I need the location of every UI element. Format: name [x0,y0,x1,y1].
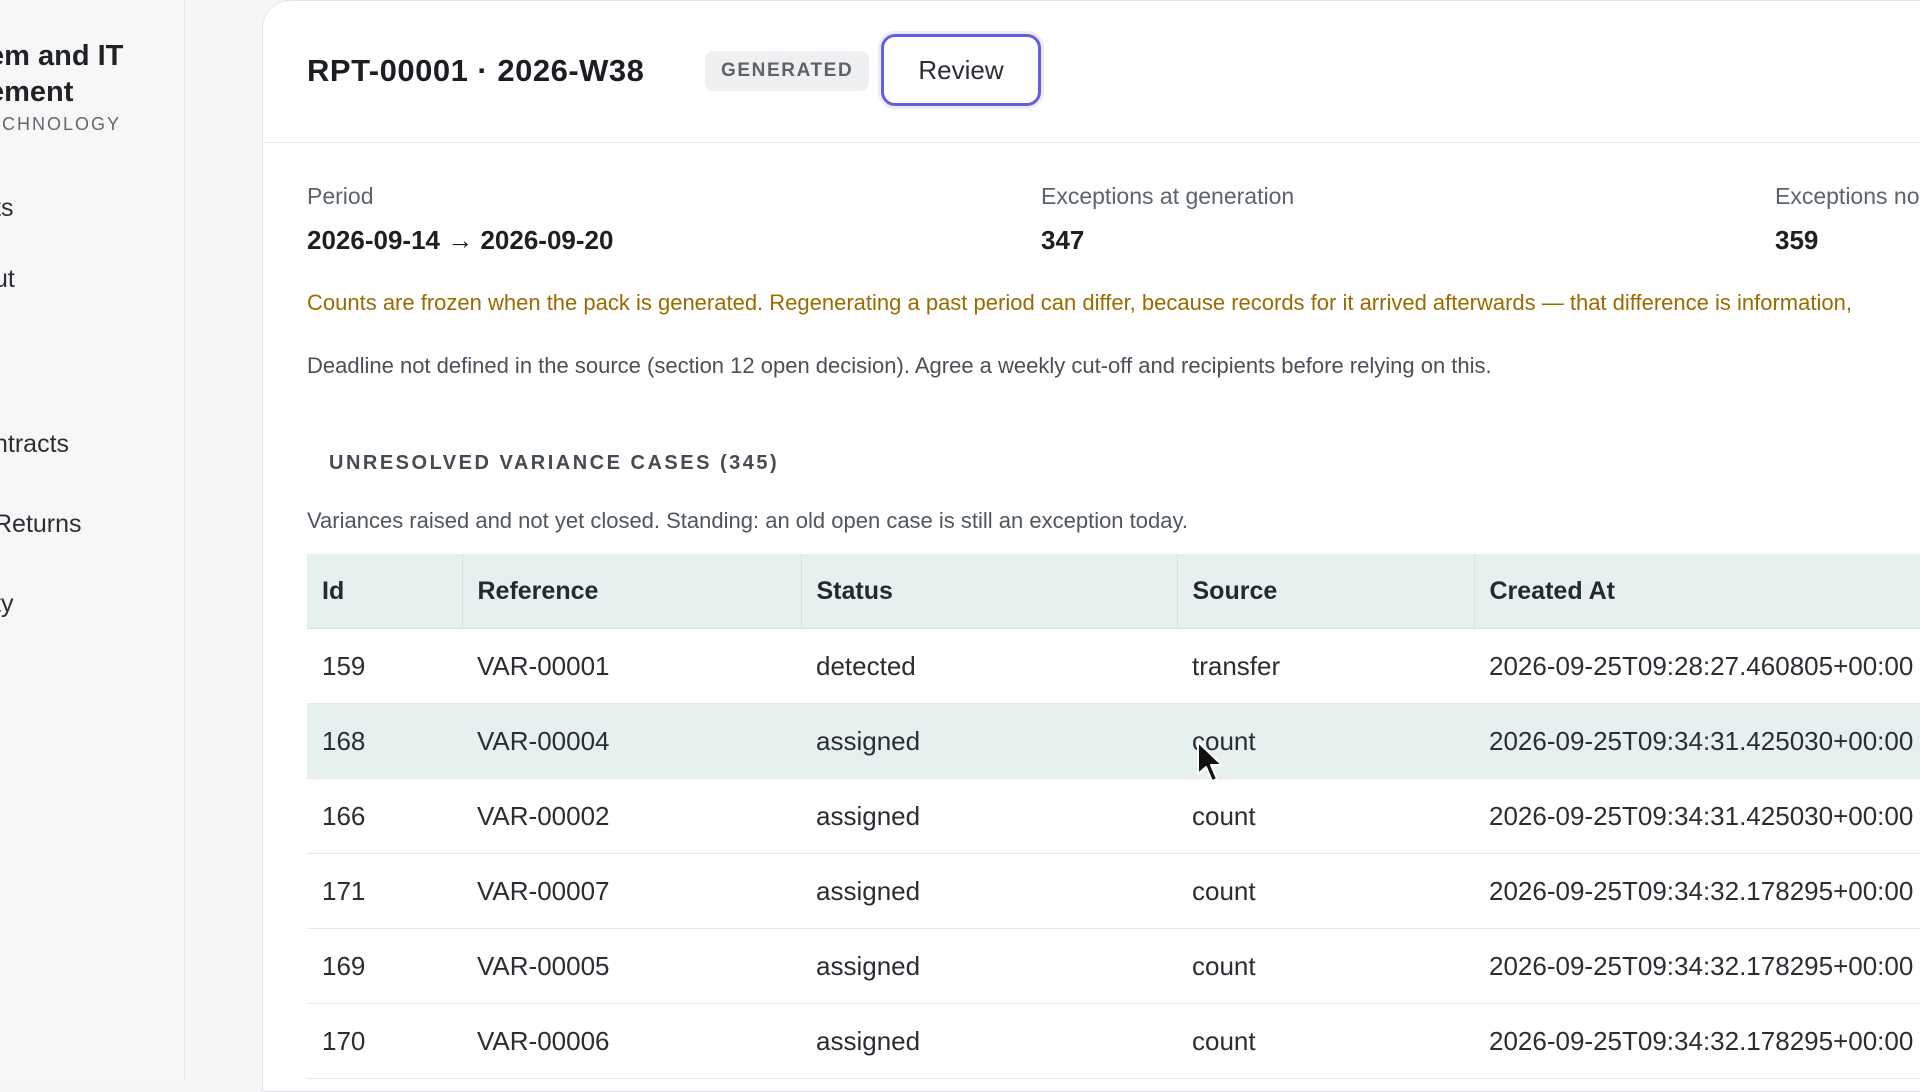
sidebar-item-2[interactable]: ut [0,265,15,294]
column-header-source[interactable]: Source [1177,554,1475,629]
cell-id: 166 [307,778,462,854]
metric-exceptions-at-generation: Exceptions at generation 347 [1041,183,1294,256]
table-header-row: Id Reference Status Source Created At [307,554,1920,629]
status-badge: GENERATED [705,51,870,91]
cell-source: count [1177,853,1474,929]
cell-status: detected [801,628,1177,704]
brand-name-line1: em and IT [0,40,124,72]
cell-status: assigned [801,1003,1177,1079]
cell-created-at: 2026-09-25T09:34:31.425030+00:00 [1474,778,1920,854]
cell-reference: VAR-00007 [462,853,801,929]
metric-period: Period 2026-09-14 → 2026-09-20 [307,183,613,256]
brand-name-line2: ement [0,76,74,108]
table-row[interactable]: 169 VAR-00005 assigned count 2026-09-25T… [307,928,1920,1004]
sidebar-item-5[interactable]: ty [0,590,13,619]
table-row[interactable]: 170 VAR-00006 assigned count 2026-09-25T… [307,1003,1920,1079]
column-header-status[interactable]: Status [801,554,1178,629]
cell-created-at: 2026-09-25T09:28:27.460805+00:00 [1474,628,1920,704]
section-description: Variances raised and not yet closed. Sta… [307,508,1188,533]
review-button[interactable]: Review [881,34,1041,106]
metric-exceptions-now: Exceptions no 359 [1775,183,1919,256]
column-header-created-at[interactable]: Created At [1474,554,1920,629]
cell-status: assigned [801,703,1177,779]
cell-reference: VAR-00004 [462,703,801,779]
sidebar-item-contracts[interactable]: ntracts [0,430,69,459]
cell-status: assigned [801,928,1177,1004]
table-row[interactable]: 166 VAR-00002 assigned count 2026-09-25T… [307,778,1920,854]
table-row[interactable]: 159 VAR-00001 detected transfer 2026-09-… [307,628,1920,704]
cell-reference: VAR-00006 [462,1003,801,1079]
sidebar-item-1[interactable]: ts [0,194,13,216]
metric-label: Period [307,183,374,209]
sidebar-item-returns[interactable]: Returns [0,510,82,539]
report-header: RPT-00001 · 2026-W38 GENERATED Review [263,1,1920,143]
column-header-id[interactable]: Id [307,554,463,629]
cell-source: transfer [1177,628,1474,704]
metric-label: Exceptions at generation [1041,183,1295,209]
cell-status: assigned [801,853,1177,929]
deadline-note: Deadline not defined in the source (sect… [307,353,1492,378]
table-row[interactable]: 168 VAR-00004 assigned count 2026-09-25T… [307,703,1920,779]
metric-value: 359 [1775,225,1819,255]
cell-id: 171 [307,853,462,929]
brand-subtitle: ECHNOLOGY [0,114,122,134]
cell-id: 168 [307,703,462,779]
section-title: UNRESOLVED VARIANCE CASES (345) [329,452,780,474]
report-card: RPT-00001 · 2026-W38 GENERATED Review Pe… [262,0,1920,1092]
cell-created-at: 2026-09-25T09:34:31.425030+00:00 [1474,703,1920,779]
variance-table: Id Reference Status Source Created At 15… [307,554,1920,1079]
column-header-reference[interactable]: Reference [462,554,802,629]
brand: em and IT ement ECHNOLOGY [0,38,123,135]
metric-value: 347 [1041,225,1085,255]
cell-reference: VAR-00005 [462,928,801,1004]
metric-value: 2026-09-14 → 2026-09-20 [307,225,614,255]
cell-created-at: 2026-09-25T09:34:32.178295+00:00 [1474,853,1920,929]
cell-source: count [1177,928,1474,1004]
mouse-pointer-icon [1197,741,1223,782]
cell-id: 159 [307,628,462,704]
cell-id: 170 [307,1003,462,1079]
frozen-counts-note: Counts are frozen when the pack is gener… [307,290,1852,315]
report-metrics: Period 2026-09-14 → 2026-09-20 Exception… [307,183,1920,263]
cell-created-at: 2026-09-25T09:34:32.178295+00:00 [1474,928,1920,1004]
cell-reference: VAR-00001 [462,628,801,704]
cell-reference: VAR-00002 [462,778,801,854]
variance-table-wrapper: Id Reference Status Source Created At 15… [307,554,1920,1079]
cell-id: 169 [307,928,462,1004]
metric-label: Exceptions no [1775,183,1920,209]
cell-source: count [1177,778,1474,854]
cell-created-at: 2026-09-25T09:34:32.178295+00:00 [1474,1003,1920,1079]
table-row[interactable]: 171 VAR-00007 assigned count 2026-09-25T… [307,853,1920,929]
cell-status: assigned [801,778,1177,854]
cell-source: count [1177,1003,1474,1079]
sidebar: em and IT ement ECHNOLOGY ts ut ntracts … [0,0,185,1080]
report-title: RPT-00001 · 2026-W38 [307,53,645,88]
